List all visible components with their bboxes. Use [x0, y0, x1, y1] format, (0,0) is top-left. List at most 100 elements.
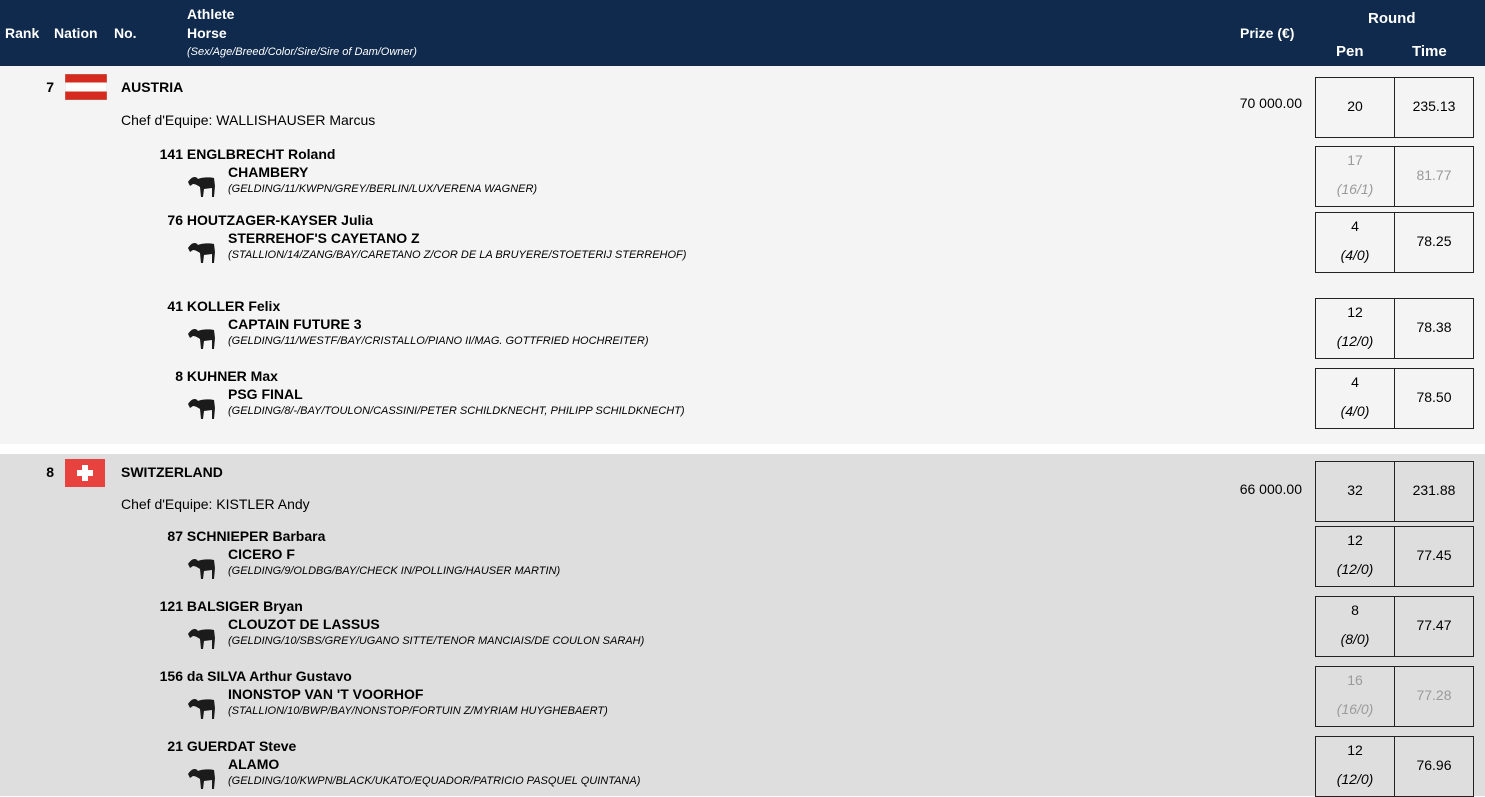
rider-pen: 17: [1347, 152, 1363, 168]
rider-number: 87: [167, 528, 183, 544]
rider-number: 21: [167, 738, 183, 754]
rider-time: 78.25: [1416, 233, 1452, 249]
rider-number: 76: [167, 212, 183, 228]
horse-name: PSG FINAL: [228, 386, 303, 402]
horse-detail: (GELDING/10/SBS/GREY/UGANO SITTE/TENOR M…: [228, 635, 645, 647]
chef-d-equipe: Chef d'Equipe: WALLISHAUSER Marcus: [121, 112, 376, 128]
rider-pen: 12: [1347, 304, 1363, 320]
team-nation: AUSTRIA: [121, 79, 184, 95]
rider-time-cell: 78.38: [1394, 298, 1474, 359]
rank-header: Rank: [5, 25, 40, 41]
horse-detail: (GELDING/11/KWPN/GREY/BERLIN/LUX/VERENA …: [228, 183, 538, 195]
rider-number: 41: [167, 298, 183, 314]
horse-icon: [188, 399, 215, 419]
rider-pen-cell: 16 (16/0): [1315, 666, 1395, 727]
rider-time-cell: 77.28: [1394, 666, 1474, 727]
rider-name: KUHNER Max: [186, 368, 278, 384]
switzerland-flag-icon: [65, 459, 105, 487]
austria-flag-icon: [65, 74, 107, 100]
rider-pen: 12: [1347, 742, 1363, 758]
rider-name: SCHNIEPER Barbara: [186, 528, 326, 544]
rider-pen: 12: [1347, 532, 1363, 548]
team-rank: 8: [46, 464, 54, 480]
rider-name: HOUTZAGER-KAYSER Julia: [186, 212, 374, 228]
team-rank: 7: [46, 79, 54, 95]
rider-pen: 16: [1347, 672, 1363, 688]
team-time: 235.13: [1412, 98, 1456, 114]
team-time-cell: 231.88: [1394, 461, 1474, 522]
rider-time: 77.28: [1416, 687, 1452, 703]
rider-pen: 8: [1351, 602, 1359, 618]
rider-name: BALSIGER Bryan: [186, 598, 303, 614]
rider-name: KOLLER Felix: [186, 298, 281, 314]
rider-pen-cell: 12 (12/0): [1315, 526, 1395, 587]
team-prize: 70 000.00: [1239, 95, 1302, 111]
athlete-header: Athlete: [187, 6, 235, 22]
team-prize: 66 000.00: [1239, 481, 1302, 497]
pen-header: Pen: [1336, 43, 1364, 60]
rider-pen-detail: (4/0): [1340, 403, 1370, 419]
no-header: No.: [114, 25, 137, 41]
rider-time: 77.47: [1416, 617, 1452, 633]
horse-icon: [188, 699, 215, 719]
rider-number: 156: [159, 668, 183, 684]
horse-icon: [188, 177, 215, 197]
team-pen: 32: [1347, 482, 1363, 498]
rider-pen-detail: (16/1): [1336, 181, 1374, 197]
team-nation: SWITZERLAND: [121, 464, 223, 480]
rider-pen-detail: (8/0): [1340, 631, 1370, 647]
horse-detail: (GELDING/10/KWPN/BLACK/UKATO/EQUADOR/PAT…: [228, 775, 641, 787]
horse-icon: [188, 243, 215, 263]
rider-number: 8: [175, 368, 183, 384]
team-row-switzerland: 8 SWITZERLAND Chef d'Equipe: KISTLER And…: [0, 454, 1485, 797]
horse-name: ALAMO: [228, 756, 280, 772]
horse-detail: (GELDING/9/OLDBG/BAY/CHECK IN/POLLING/HA…: [228, 565, 561, 577]
rider-time-cell: 78.25: [1394, 212, 1474, 273]
rider-name: da SILVA Arthur Gustavo: [186, 668, 352, 684]
rider-time: 76.96: [1416, 757, 1452, 773]
horse-detail: (STALLION/14/ZANG/BAY/CARETANO Z/COR DE …: [228, 249, 687, 261]
horse-name: STERREHOF'S CAYETANO Z: [228, 230, 420, 246]
horse-name: CHAMBERY: [228, 164, 309, 180]
rider-pen-cell: 4 (4/0): [1315, 368, 1395, 429]
team-pen: 20: [1347, 98, 1363, 114]
rider-pen-cell: 12 (12/0): [1315, 736, 1395, 797]
rider-number: 121: [159, 598, 183, 614]
rider-pen-detail: (12/0): [1336, 333, 1374, 349]
horse-header: Horse: [187, 25, 227, 41]
horse-name: INONSTOP VAN 'T VOORHOF: [228, 686, 424, 702]
prize-header: Prize (€): [1240, 25, 1295, 41]
rider-pen-detail: (12/0): [1336, 771, 1374, 787]
nation-header: Nation: [54, 25, 98, 41]
time-header: Time: [1412, 43, 1447, 60]
rider-number: 141: [159, 146, 183, 162]
horse-name: CICERO F: [228, 546, 295, 562]
horse-icon: [188, 769, 215, 789]
rider-pen-detail: (16/0): [1336, 701, 1374, 717]
rider-name: ENGLBRECHT Roland: [186, 146, 336, 162]
team-pen-cell: 32: [1315, 461, 1395, 522]
rider-pen: 4: [1351, 374, 1359, 390]
team-time-cell: 235.13: [1394, 77, 1474, 138]
rider-time: 81.77: [1416, 167, 1452, 183]
rider-pen: 4: [1351, 218, 1359, 234]
horse-name: CAPTAIN FUTURE 3: [228, 316, 362, 332]
rider-time: 78.38: [1416, 319, 1452, 335]
horse-icon: [188, 329, 215, 349]
rider-pen-detail: (4/0): [1340, 247, 1370, 263]
rider-pen-cell: 17 (16/1): [1315, 146, 1395, 207]
rider-time-cell: 81.77: [1394, 146, 1474, 207]
rider-time: 78.50: [1416, 389, 1452, 405]
rider-pen-cell: 4 (4/0): [1315, 212, 1395, 273]
rider-time-cell: 78.50: [1394, 368, 1474, 429]
rider-time-cell: 77.47: [1394, 596, 1474, 657]
rider-time: 77.45: [1416, 547, 1452, 563]
horse-detail: (GELDING/8/-/BAY/TOULON/CASSINI/PETER SC…: [228, 405, 685, 417]
team-time: 231.88: [1412, 482, 1456, 498]
horse-icon: [188, 559, 215, 579]
rider-time-cell: 76.96: [1394, 736, 1474, 797]
rider-time-cell: 77.45: [1394, 526, 1474, 587]
rider-pen-detail: (12/0): [1336, 561, 1374, 577]
table-header: Rank Nation No. Athlete Horse (Sex/Age/B…: [0, 0, 1485, 66]
rider-name: GUERDAT Steve: [186, 738, 297, 754]
